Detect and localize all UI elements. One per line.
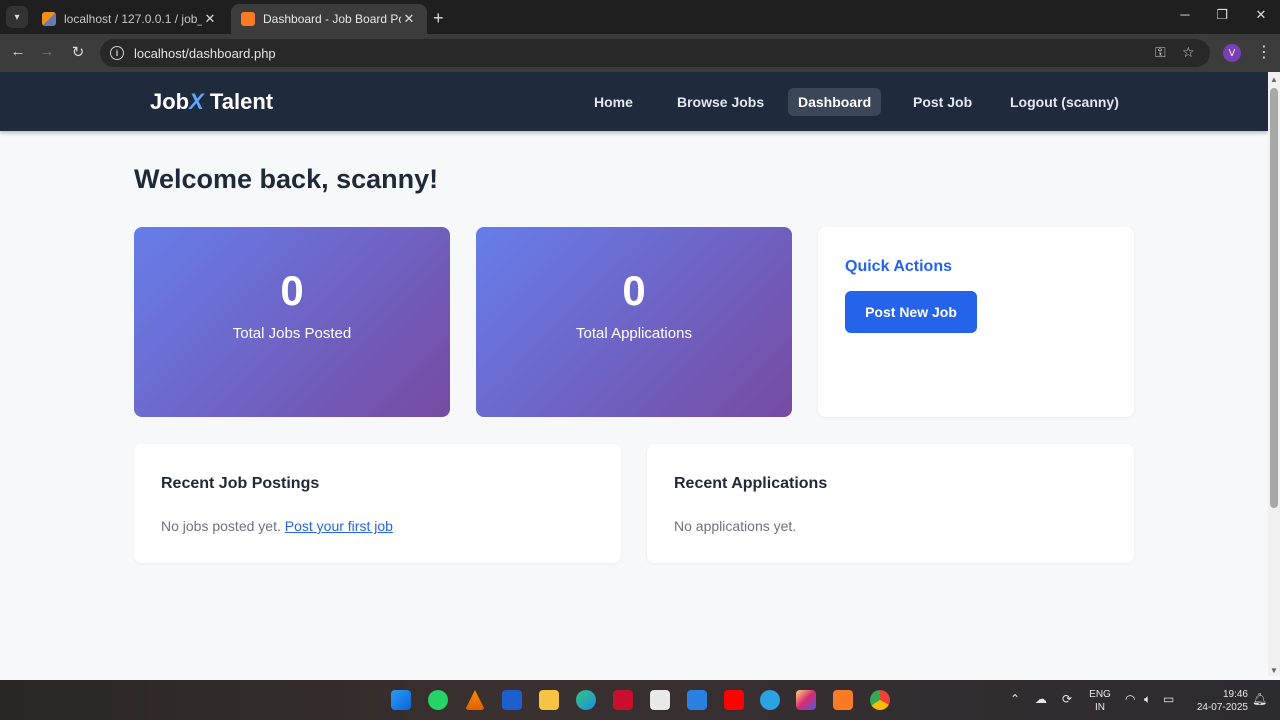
windows-start-icon[interactable] <box>391 690 411 710</box>
minimize-icon[interactable]: ─ <box>1176 7 1194 22</box>
profile-avatar[interactable]: V <box>1223 44 1241 62</box>
whatsapp-icon[interactable] <box>428 690 448 710</box>
show-hidden-icons-icon[interactable]: ⌃ <box>1010 692 1020 706</box>
section-title: Recent Job Postings <box>161 475 320 492</box>
clock-time: 19:46 <box>1222 689 1248 700</box>
url-text[interactable]: localhost/dashboard.php <box>134 46 276 61</box>
clock[interactable]: 19:46 24-07-2025 <box>1188 688 1248 714</box>
close-window-icon[interactable]: ✕ <box>1252 7 1270 23</box>
forward-icon[interactable]: → <box>37 43 57 60</box>
password-key-icon[interactable]: ⚿ <box>1155 44 1166 61</box>
scrollbar-thumb[interactable] <box>1270 88 1278 508</box>
language-indicator[interactable]: ENG IN <box>1087 688 1113 714</box>
recent-applications-card: Recent Applications No applications yet. <box>647 444 1134 563</box>
scroll-up-icon[interactable]: ▲ <box>1270 75 1278 84</box>
wifi-icon[interactable]: ◠ <box>1125 692 1135 706</box>
section-title: Recent Applications <box>674 475 828 492</box>
stat-value: 0 <box>622 267 646 314</box>
tab-title: localhost / 127.0.0.1 / job_boar <box>64 12 202 26</box>
tab-dashboard[interactable]: Dashboard - Job Board Portal ✕ <box>231 4 427 34</box>
scroll-down-icon[interactable]: ▼ <box>1270 666 1278 675</box>
instagram-icon[interactable] <box>796 690 816 710</box>
tab-search-button[interactable]: ▾ <box>6 6 28 28</box>
stat-value: 0 <box>280 267 304 314</box>
site-info-icon[interactable]: i <box>110 46 124 60</box>
language-code: ENG <box>1089 689 1111 700</box>
stat-card-jobs-posted: 0 Total Jobs Posted <box>134 227 450 417</box>
microsoft-store-icon[interactable] <box>650 690 670 710</box>
l-app-icon[interactable] <box>502 690 522 710</box>
app-icon[interactable] <box>687 690 707 710</box>
language-region: IN <box>1095 702 1105 713</box>
back-icon[interactable]: ← <box>8 43 28 60</box>
tab-title: Dashboard - Job Board Portal <box>263 12 401 26</box>
nav-home[interactable]: Home <box>584 88 643 116</box>
empty-message: No jobs posted yet. <box>161 518 285 534</box>
nav-logout[interactable]: Logout (scanny) <box>1000 88 1129 116</box>
post-first-job-link[interactable]: Post your first job <box>285 518 393 534</box>
recent-job-postings-card: Recent Job Postings No jobs posted yet. … <box>134 444 621 563</box>
reload-icon[interactable]: ↻ <box>68 43 88 61</box>
quick-actions-card: Quick Actions Post New Job <box>818 227 1134 417</box>
stat-card-applications: 0 Total Applications <box>476 227 792 417</box>
logo-text: Talent <box>203 89 274 114</box>
vlc-icon[interactable] <box>465 690 485 710</box>
stat-label: Total Applications <box>576 325 692 342</box>
chrome-icon[interactable] <box>870 690 890 710</box>
tab-phpmyadmin[interactable]: localhost / 127.0.0.1 / job_boar ✕ <box>32 4 228 34</box>
bookmark-star-icon[interactable]: ☆ <box>1182 44 1195 61</box>
xampp-icon[interactable] <box>833 690 853 710</box>
restore-icon[interactable]: ❐ <box>1213 7 1231 23</box>
new-tab-icon[interactable]: + <box>433 8 444 29</box>
page-title: Welcome back, scanny! <box>134 164 439 194</box>
file-explorer-icon[interactable] <box>539 690 559 710</box>
site-navbar: JobX Talent Home Browse Jobs Dashboard P… <box>0 72 1268 131</box>
browser-tab-strip: ▾ localhost / 127.0.0.1 / job_boar ✕ Das… <box>0 0 1280 34</box>
volume-icon[interactable]: 🔈︎ <box>1144 692 1151 707</box>
browser-toolbar: ← → ↻ i localhost/dashboard.php ⚿ ☆ <box>0 34 1280 72</box>
close-tab-icon[interactable]: ✕ <box>202 11 218 27</box>
youtube-icon[interactable] <box>724 690 744 710</box>
phpmyadmin-favicon-icon <box>42 12 56 26</box>
sync-icon[interactable]: ⟳ <box>1062 692 1072 706</box>
empty-state-text: No jobs posted yet. Post your first job <box>161 518 393 534</box>
xampp-favicon-icon <box>241 12 255 26</box>
empty-state-text: No applications yet. <box>674 518 797 534</box>
taskbar: ⌃ ☁ ⟳ ENG IN ◠ 🔈︎ ▭ 19:46 24-07-2025 🔔︎ <box>0 680 1280 720</box>
mcafee-icon[interactable] <box>613 690 633 710</box>
site-logo[interactable]: JobX Talent <box>150 89 273 115</box>
quick-actions-title: Quick Actions <box>845 258 952 275</box>
browser-menu-icon[interactable]: ⋮ <box>1256 42 1272 62</box>
page-scrollbar[interactable]: ▲ ▼ <box>1268 72 1280 676</box>
page-viewport: JobX Talent Home Browse Jobs Dashboard P… <box>0 72 1268 676</box>
edge-icon[interactable] <box>576 690 596 710</box>
logo-text: Job <box>150 89 190 114</box>
nav-dashboard[interactable]: Dashboard <box>788 88 882 116</box>
stat-label: Total Jobs Posted <box>232 325 352 342</box>
post-new-job-button[interactable]: Post New Job <box>845 291 977 333</box>
clock-date: 24-07-2025 <box>1196 702 1248 713</box>
notifications-icon[interactable]: 🔔︎ <box>1252 692 1267 706</box>
close-tab-icon[interactable]: ✕ <box>401 11 417 27</box>
nav-browse-jobs[interactable]: Browse Jobs <box>667 88 774 116</box>
onedrive-icon[interactable]: ☁ <box>1035 692 1047 706</box>
address-bar[interactable]: i localhost/dashboard.php ⚿ ☆ <box>100 39 1210 67</box>
nav-post-job[interactable]: Post Job <box>903 88 982 116</box>
battery-icon[interactable]: ▭ <box>1163 692 1174 706</box>
telegram-icon[interactable] <box>760 690 780 710</box>
logo-accent: X <box>189 89 204 114</box>
